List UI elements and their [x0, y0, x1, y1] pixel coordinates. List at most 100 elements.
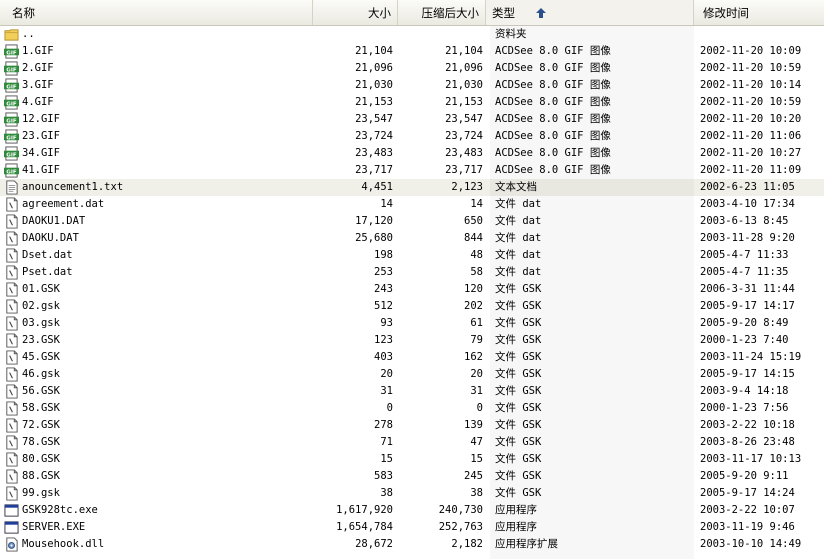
file-name: 88.GSK — [22, 470, 60, 482]
file-name: 45.GSK — [22, 351, 60, 363]
file-size: 71 — [380, 436, 393, 448]
file-row[interactable]: DAOKU1.DAT 17,120 650 文件 dat 2003-6-13 8:45 — [0, 213, 824, 230]
file-row[interactable]: 78.GSK 71 47 文件 GSK 2003-8-26 23:48 — [0, 434, 824, 451]
file-size: 243 — [374, 283, 393, 295]
file-size: 1,654,784 — [336, 521, 393, 533]
column-header-type[interactable]: 类型 — [486, 0, 694, 25]
file-modified-time: 2003-10-10 14:49 — [700, 538, 802, 550]
file-modified-time: 2003-11-28 9:20 — [700, 232, 795, 244]
file-size: 0 — [386, 402, 393, 414]
file-modified-time: 2005-9-20 9:11 — [700, 470, 789, 482]
file-type: 文件 GSK — [495, 470, 542, 482]
file-size: 25,680 — [355, 232, 393, 244]
file-modified-time: 2003-9-4 14:18 — [700, 385, 789, 397]
file-row[interactable]: 23.GSK 123 79 文件 GSK 2000-1-23 7:40 — [0, 332, 824, 349]
file-type: 文件 GSK — [495, 334, 542, 346]
file-size: 278 — [374, 419, 393, 431]
generic-file-icon — [4, 332, 20, 349]
column-header-modified[interactable]: 修改时间 — [694, 0, 824, 25]
column-header-compressed-size[interactable]: 压缩后大小 — [398, 0, 486, 25]
file-row[interactable]: GIF 34.GIF 23,483 23,483 ACDSee 8.0 GIF 图像 20… — [0, 145, 824, 162]
svg-text:GIF: GIF — [6, 135, 17, 141]
file-modified-time: 2003-4-10 17:34 — [700, 198, 795, 210]
file-size: 123 — [374, 334, 393, 346]
file-row[interactable]: 02.gsk 512 202 文件 GSK 2005-9-17 14:17 — [0, 298, 824, 315]
text-file-icon — [4, 179, 20, 196]
file-name: 12.GIF — [22, 113, 60, 125]
generic-file-icon — [4, 400, 20, 417]
file-modified-time: 2003-11-19 9:46 — [700, 521, 795, 533]
file-modified-time: 2003-2-22 10:18 — [700, 419, 795, 431]
file-row[interactable]: anouncement1.txt 4,451 2,123 文本文档 2002-6-23 … — [0, 179, 824, 196]
file-size: 198 — [374, 249, 393, 261]
file-row[interactable]: GIF 2.GIF 21,096 21,096 ACDSee 8.0 GIF 图像 200… — [0, 60, 824, 77]
file-compressed-size: 0 — [476, 402, 483, 414]
file-compressed-size: 23,717 — [445, 164, 483, 176]
column-header-size[interactable]: 大小 — [313, 0, 398, 25]
file-compressed-size: 14 — [470, 198, 483, 210]
file-type: ACDSee 8.0 GIF 图像 — [495, 79, 611, 91]
generic-file-icon — [4, 196, 20, 213]
file-name: anouncement1.txt — [22, 181, 124, 193]
file-name: agreement.dat — [22, 198, 105, 210]
file-compressed-size: 79 — [470, 334, 483, 346]
file-type: 文件 GSK — [495, 419, 542, 431]
file-row[interactable]: 88.GSK 583 245 文件 GSK 2005-9-20 9:11 — [0, 468, 824, 485]
svg-text:GIF: GIF — [6, 67, 17, 73]
file-row[interactable]: 45.GSK 403 162 文件 GSK 2003-11-24 15:19 — [0, 349, 824, 366]
file-row[interactable]: GIF 41.GIF 23,717 23,717 ACDSee 8.0 GIF 图像 20… — [0, 162, 824, 179]
file-row[interactable]: GSK928tc.exe 1,617,920 240,730 应用程序 2003-2-2… — [0, 502, 824, 519]
file-size: 4,451 — [361, 181, 393, 193]
file-row[interactable]: GIF 3.GIF 21,030 21,030 ACDSee 8.0 GIF 图像 200… — [0, 77, 824, 94]
file-size — [300, 26, 393, 43]
column-header-name[interactable]: 名称 — [0, 0, 313, 25]
file-name: 23.GSK — [22, 334, 60, 346]
file-row[interactable]: 01.GSK 243 120 文件 GSK 2006-3-31 11:44 — [0, 281, 824, 298]
file-row[interactable]: GIF 23.GIF 23,724 23,724 ACDSee 8.0 GIF 图像 20… — [0, 128, 824, 145]
file-compressed-size: 38 — [470, 487, 483, 499]
file-row[interactable]: agreement.dat 14 14 文件 dat 2003-4-10 17:34 — [0, 196, 824, 213]
file-row[interactable]: 72.GSK 278 139 文件 GSK 2003-2-22 10:18 — [0, 417, 824, 434]
file-name: 02.gsk — [22, 300, 60, 312]
file-compressed-size: 15 — [470, 453, 483, 465]
file-row[interactable]: .. 资料夹 — [0, 26, 824, 43]
generic-file-icon — [4, 298, 20, 315]
file-row[interactable]: Dset.dat 198 48 文件 dat 2005-4-7 11:33 — [0, 247, 824, 264]
file-name: GSK928tc.exe — [22, 504, 98, 516]
file-compressed-size: 139 — [464, 419, 483, 431]
file-modified-time: 2002-11-20 10:20 — [700, 113, 802, 125]
file-modified-time: 2005-4-7 11:33 — [700, 249, 789, 261]
file-row[interactable]: 56.GSK 31 31 文件 GSK 2003-9-4 14:18 — [0, 383, 824, 400]
generic-file-icon — [4, 383, 20, 400]
file-row[interactable]: Mousehook.dll 28,672 2,182 应用程序扩展 2003-10-10… — [0, 536, 824, 553]
file-modified-time: 2002-11-20 10:09 — [700, 45, 802, 57]
file-compressed-size: 240,730 — [438, 504, 483, 516]
file-row[interactable]: 03.gsk 93 61 文件 GSK 2005-9-20 8:49 — [0, 315, 824, 332]
file-compressed-size: 23,483 — [445, 147, 483, 159]
file-row[interactable]: GIF 4.GIF 21,153 21,153 ACDSee 8.0 GIF 图像 200… — [0, 94, 824, 111]
file-type: ACDSee 8.0 GIF 图像 — [495, 130, 611, 142]
file-type: 应用程序扩展 — [495, 538, 558, 550]
exe-file-icon — [4, 519, 20, 536]
file-type: ACDSee 8.0 GIF 图像 — [495, 147, 611, 159]
svg-text:GIF: GIF — [6, 101, 17, 107]
file-row[interactable]: 80.GSK 15 15 文件 GSK 2003-11-17 10:13 — [0, 451, 824, 468]
file-size: 583 — [374, 470, 393, 482]
file-row[interactable]: GIF 12.GIF 23,547 23,547 ACDSee 8.0 GIF 图像 20… — [0, 111, 824, 128]
file-row[interactable]: GIF 1.GIF 21,104 21,104 ACDSee 8.0 GIF 图像 200… — [0, 43, 824, 60]
file-modified-time: 2003-2-22 10:07 — [700, 504, 795, 516]
file-name: 01.GSK — [22, 283, 60, 295]
svg-text:GIF: GIF — [6, 152, 17, 158]
file-name: 23.GIF — [22, 130, 60, 142]
folder-up-icon — [4, 26, 20, 43]
file-row[interactable]: 99.gsk 38 38 文件 GSK 2005-9-17 14:24 — [0, 485, 824, 502]
gif-file-icon: GIF — [4, 162, 20, 179]
file-row[interactable]: 46.gsk 20 20 文件 GSK 2005-9-17 14:15 — [0, 366, 824, 383]
file-row[interactable]: 58.GSK 0 0 文件 GSK 2000-1-23 7:56 — [0, 400, 824, 417]
file-row[interactable]: DAOKU.DAT 25,680 844 文件 dat 2003-11-28 9:20 — [0, 230, 824, 247]
file-row[interactable]: SERVER.EXE 1,654,784 252,763 应用程序 2003-11-19… — [0, 519, 824, 536]
file-row[interactable]: Pset.dat 253 58 文件 dat 2005-4-7 11:35 — [0, 264, 824, 281]
file-name: SERVER.EXE — [22, 521, 86, 533]
dll-file-icon — [4, 536, 20, 553]
file-name: DAOKU.DAT — [22, 232, 79, 244]
